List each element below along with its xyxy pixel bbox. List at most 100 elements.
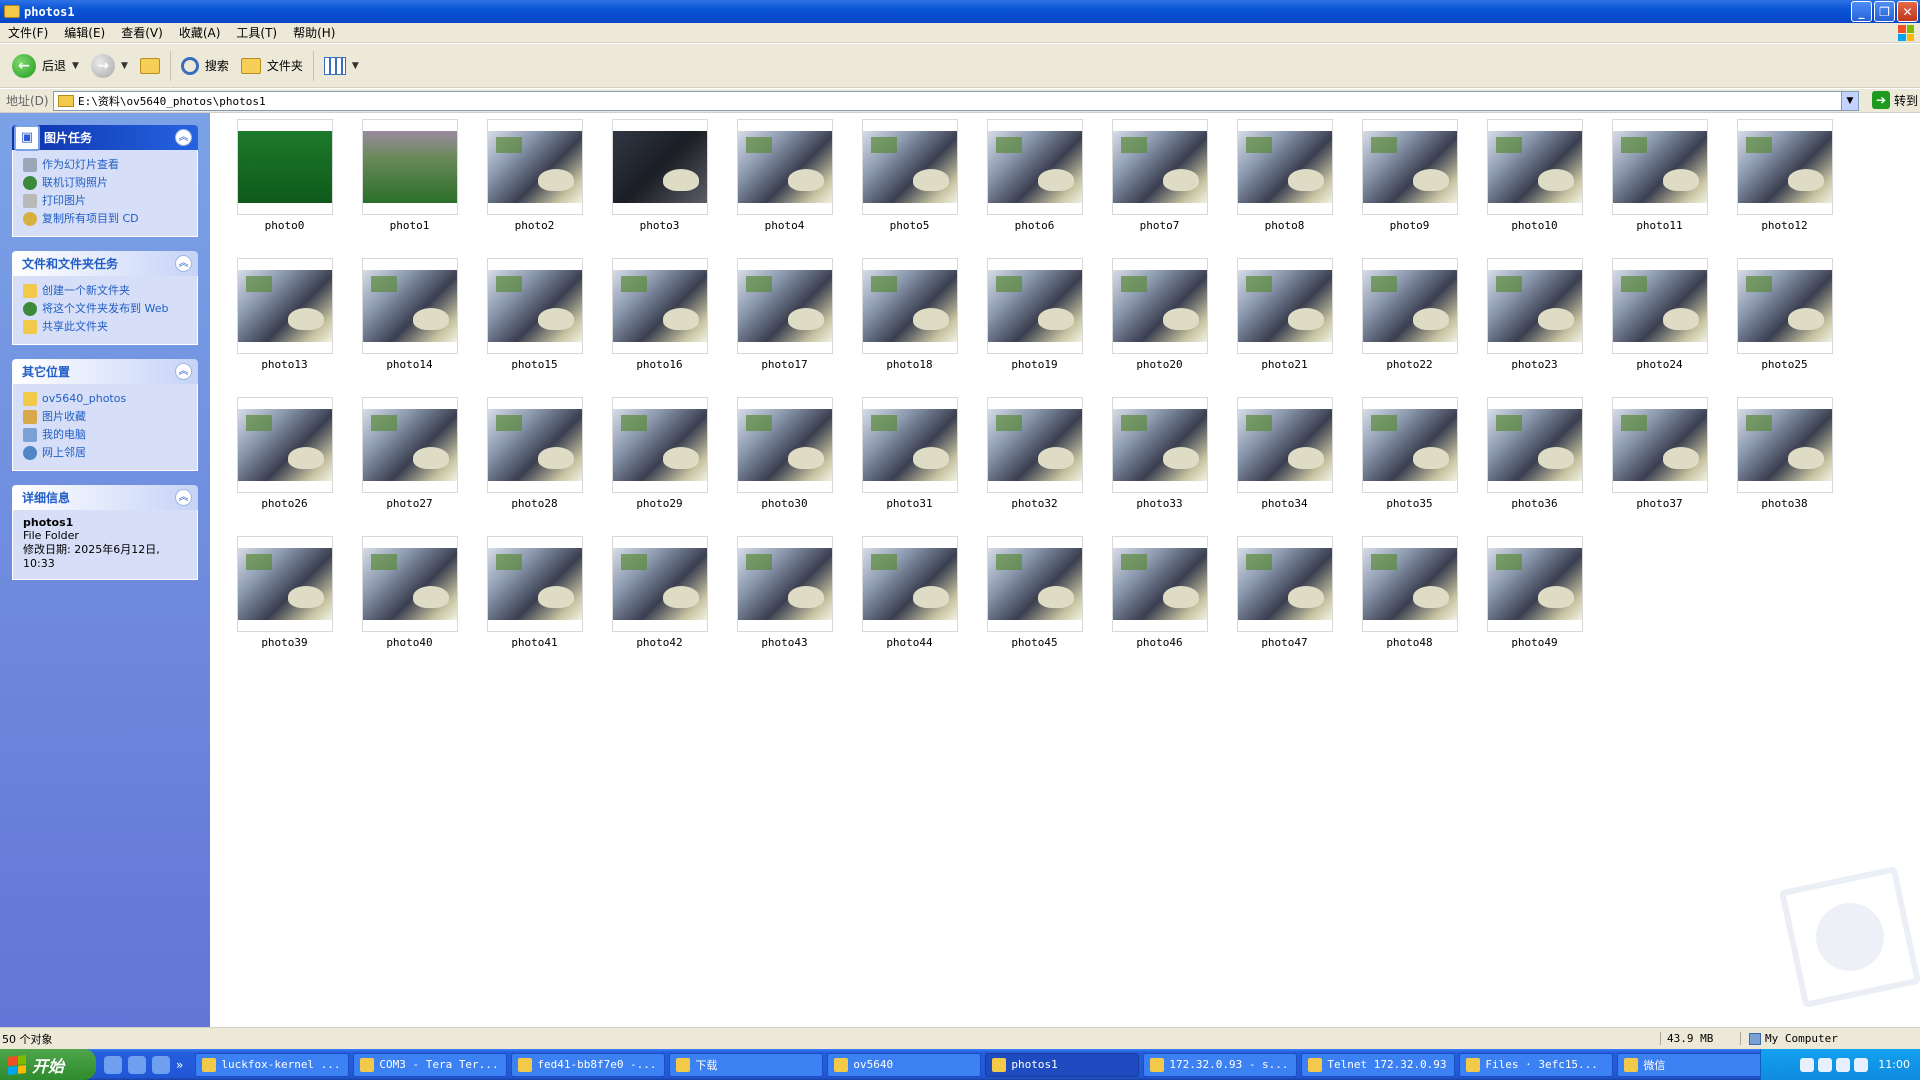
file-thumbnail[interactable]: photo35 bbox=[1347, 397, 1472, 536]
collapse-icon[interactable]: ︽ bbox=[175, 129, 192, 146]
file-thumbnail[interactable]: photo40 bbox=[347, 536, 472, 675]
file-thumbnail[interactable]: photo20 bbox=[1097, 258, 1222, 397]
file-thumbnail[interactable]: photo26 bbox=[222, 397, 347, 536]
taskbar-button[interactable]: COM3 - Tera Ter... bbox=[353, 1052, 508, 1077]
file-thumbnail[interactable]: photo15 bbox=[472, 258, 597, 397]
file-thumbnail[interactable]: photo34 bbox=[1222, 397, 1347, 536]
file-thumbnail[interactable]: photo33 bbox=[1097, 397, 1222, 536]
task-print[interactable]: 打印图片 bbox=[23, 192, 187, 210]
file-thumbnail[interactable]: photo43 bbox=[722, 536, 847, 675]
menu-favorites[interactable]: 收藏(A) bbox=[171, 24, 229, 41]
file-thumbnail[interactable]: photo45 bbox=[972, 536, 1097, 675]
back-button[interactable]: ← 后退 ▼ bbox=[6, 48, 85, 84]
file-thumbnail[interactable]: photo39 bbox=[222, 536, 347, 675]
taskbar-button[interactable]: photos1 bbox=[985, 1052, 1140, 1077]
file-thumbnail[interactable]: photo2 bbox=[472, 119, 597, 258]
quick-launch-chevron-icon[interactable]: » bbox=[176, 1058, 183, 1072]
taskbar-button[interactable]: fed41-bb8f7e0 -... bbox=[511, 1052, 666, 1077]
taskbar-button[interactable]: ov5640 bbox=[827, 1052, 982, 1077]
file-thumbnail[interactable]: photo7 bbox=[1097, 119, 1222, 258]
file-thumbnail[interactable]: photo11 bbox=[1597, 119, 1722, 258]
place-network[interactable]: 网上邻居 bbox=[23, 444, 187, 462]
file-thumbnail[interactable]: photo6 bbox=[972, 119, 1097, 258]
clock[interactable]: 11:00 bbox=[1878, 1058, 1910, 1071]
views-button[interactable]: ▼ bbox=[318, 48, 365, 84]
file-thumbnail[interactable]: photo18 bbox=[847, 258, 972, 397]
taskbar-button[interactable]: 172.32.0.93 - s... bbox=[1143, 1052, 1298, 1077]
collapse-icon[interactable]: ︽ bbox=[175, 363, 192, 380]
file-thumbnail[interactable]: photo44 bbox=[847, 536, 972, 675]
file-thumbnail[interactable]: photo13 bbox=[222, 258, 347, 397]
taskbar-button[interactable]: Telnet 172.32.0.93 bbox=[1301, 1052, 1456, 1077]
file-thumbnail[interactable]: photo28 bbox=[472, 397, 597, 536]
minimize-button[interactable]: _ bbox=[1851, 1, 1872, 22]
file-thumbnail[interactable]: photo17 bbox=[722, 258, 847, 397]
file-thumbnail[interactable]: photo37 bbox=[1597, 397, 1722, 536]
file-thumbnail[interactable]: photo30 bbox=[722, 397, 847, 536]
file-thumbnail[interactable]: photo14 bbox=[347, 258, 472, 397]
taskbar-button[interactable]: 下载 bbox=[669, 1052, 824, 1077]
file-thumbnail[interactable]: photo8 bbox=[1222, 119, 1347, 258]
details-header[interactable]: 详细信息 ︽ bbox=[12, 485, 198, 510]
file-thumbnail[interactable]: photo48 bbox=[1347, 536, 1472, 675]
file-thumbnail[interactable]: photo9 bbox=[1347, 119, 1472, 258]
file-thumbnail[interactable]: photo24 bbox=[1597, 258, 1722, 397]
forward-button[interactable]: → ▼ bbox=[85, 48, 134, 84]
place-my-pictures[interactable]: 图片收藏 bbox=[23, 408, 187, 426]
file-thumbnail[interactable]: photo46 bbox=[1097, 536, 1222, 675]
tray-icon[interactable] bbox=[1854, 1057, 1869, 1072]
back-dropdown-icon[interactable]: ▼ bbox=[72, 61, 79, 71]
tray-icon[interactable] bbox=[1836, 1057, 1851, 1072]
file-tasks-header[interactable]: 文件和文件夹任务 ︽ bbox=[12, 251, 198, 276]
address-input[interactable]: E:\资料\ov5640_photos\photos1 ▼ bbox=[53, 91, 1859, 111]
file-thumbnail[interactable]: photo4 bbox=[722, 119, 847, 258]
file-thumbnail[interactable]: photo47 bbox=[1222, 536, 1347, 675]
taskbar-button[interactable]: Files · 3efc15... bbox=[1459, 1052, 1614, 1077]
picture-tasks-header[interactable]: ▣ 图片任务 ︽ bbox=[12, 124, 198, 151]
views-dropdown-icon[interactable]: ▼ bbox=[352, 61, 359, 71]
file-view[interactable]: photo0 photo1 photo2 photo3 photo4 photo5 phot… bbox=[210, 113, 1920, 1027]
file-thumbnail[interactable]: photo10 bbox=[1472, 119, 1597, 258]
tray-icon[interactable] bbox=[1800, 1057, 1815, 1072]
file-thumbnail[interactable]: photo38 bbox=[1722, 397, 1847, 536]
file-thumbnail[interactable]: photo19 bbox=[972, 258, 1097, 397]
collapse-icon[interactable]: ︽ bbox=[175, 489, 192, 506]
address-dropdown-icon[interactable]: ▼ bbox=[1841, 92, 1858, 110]
place-ov5640-photos[interactable]: ov5640_photos bbox=[23, 390, 187, 408]
collapse-icon[interactable]: ︽ bbox=[175, 255, 192, 272]
file-thumbnail[interactable]: photo5 bbox=[847, 119, 972, 258]
task-publish-web[interactable]: 将这个文件夹发布到 Web bbox=[23, 300, 187, 318]
forward-dropdown-icon[interactable]: ▼ bbox=[121, 61, 128, 71]
task-new-folder[interactable]: 创建一个新文件夹 bbox=[23, 282, 187, 300]
task-order-prints[interactable]: 联机订购照片 bbox=[23, 174, 187, 192]
task-share-folder[interactable]: 共享此文件夹 bbox=[23, 318, 187, 336]
task-slideshow[interactable]: 作为幻灯片查看 bbox=[23, 156, 187, 174]
go-button[interactable]: ➔ 转到 bbox=[1871, 91, 1918, 109]
other-places-header[interactable]: 其它位置 ︽ bbox=[12, 359, 198, 384]
file-thumbnail[interactable]: photo16 bbox=[597, 258, 722, 397]
file-thumbnail[interactable]: photo31 bbox=[847, 397, 972, 536]
start-button[interactable]: 开始 bbox=[0, 1049, 96, 1080]
address-path[interactable]: E:\资料\ov5640_photos\photos1 bbox=[78, 93, 266, 109]
file-thumbnail[interactable]: photo22 bbox=[1347, 258, 1472, 397]
file-thumbnail[interactable]: photo21 bbox=[1222, 258, 1347, 397]
file-thumbnail[interactable]: photo41 bbox=[472, 536, 597, 675]
taskbar-button[interactable]: luckfox-kernel ... bbox=[195, 1052, 350, 1077]
file-thumbnail[interactable]: photo32 bbox=[972, 397, 1097, 536]
close-button[interactable]: ✕ bbox=[1897, 1, 1918, 22]
taskbar-button[interactable]: 微信 bbox=[1617, 1052, 1772, 1077]
restore-button[interactable]: ❐ bbox=[1874, 1, 1895, 22]
folders-button[interactable]: 文件夹 bbox=[235, 48, 309, 84]
file-thumbnail[interactable]: photo29 bbox=[597, 397, 722, 536]
task-copy-cd[interactable]: 复制所有项目到 CD bbox=[23, 210, 187, 228]
search-button[interactable]: 搜索 bbox=[175, 48, 235, 84]
menu-help[interactable]: 帮助(H) bbox=[285, 24, 343, 41]
tray-icon[interactable] bbox=[1818, 1057, 1833, 1072]
up-button[interactable] bbox=[134, 48, 166, 84]
browser-icon[interactable] bbox=[152, 1055, 170, 1074]
file-thumbnail[interactable]: photo42 bbox=[597, 536, 722, 675]
file-thumbnail[interactable]: photo25 bbox=[1722, 258, 1847, 397]
file-thumbnail[interactable]: photo12 bbox=[1722, 119, 1847, 258]
place-my-computer[interactable]: 我的电脑 bbox=[23, 426, 187, 444]
menu-view[interactable]: 查看(V) bbox=[113, 24, 171, 41]
